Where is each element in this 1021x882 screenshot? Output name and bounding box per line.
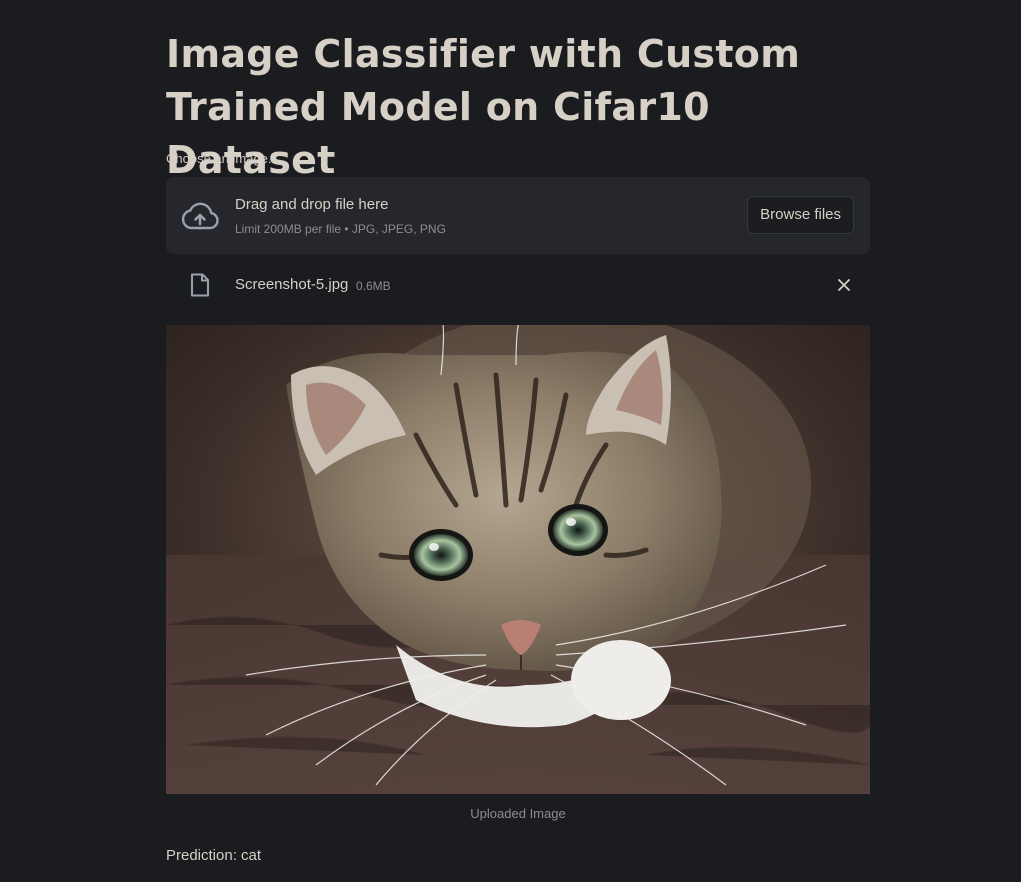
uploaded-image xyxy=(166,325,870,794)
dropzone-instructions: Drag and drop file here xyxy=(235,196,389,213)
cat-photo xyxy=(166,325,870,794)
file-size: 0.6MB xyxy=(356,279,391,293)
cloud-upload-icon xyxy=(181,202,219,230)
file-name: Screenshot-5.jpg xyxy=(235,276,349,293)
close-icon[interactable] xyxy=(836,277,852,293)
image-caption: Uploaded Image xyxy=(470,806,566,821)
prediction-result: Prediction: cat xyxy=(166,847,262,864)
uploaded-file-item: Screenshot-5.jpg 0.6MB xyxy=(166,262,870,308)
dropzone-limit: Limit 200MB per file • JPG, JPEG, PNG xyxy=(235,222,446,236)
file-dropzone[interactable]: Drag and drop file here Limit 200MB per … xyxy=(166,177,870,254)
browse-files-button[interactable]: Browse files xyxy=(747,196,854,234)
uploader-label: Choose an image... xyxy=(166,151,279,166)
file-icon xyxy=(191,273,209,297)
